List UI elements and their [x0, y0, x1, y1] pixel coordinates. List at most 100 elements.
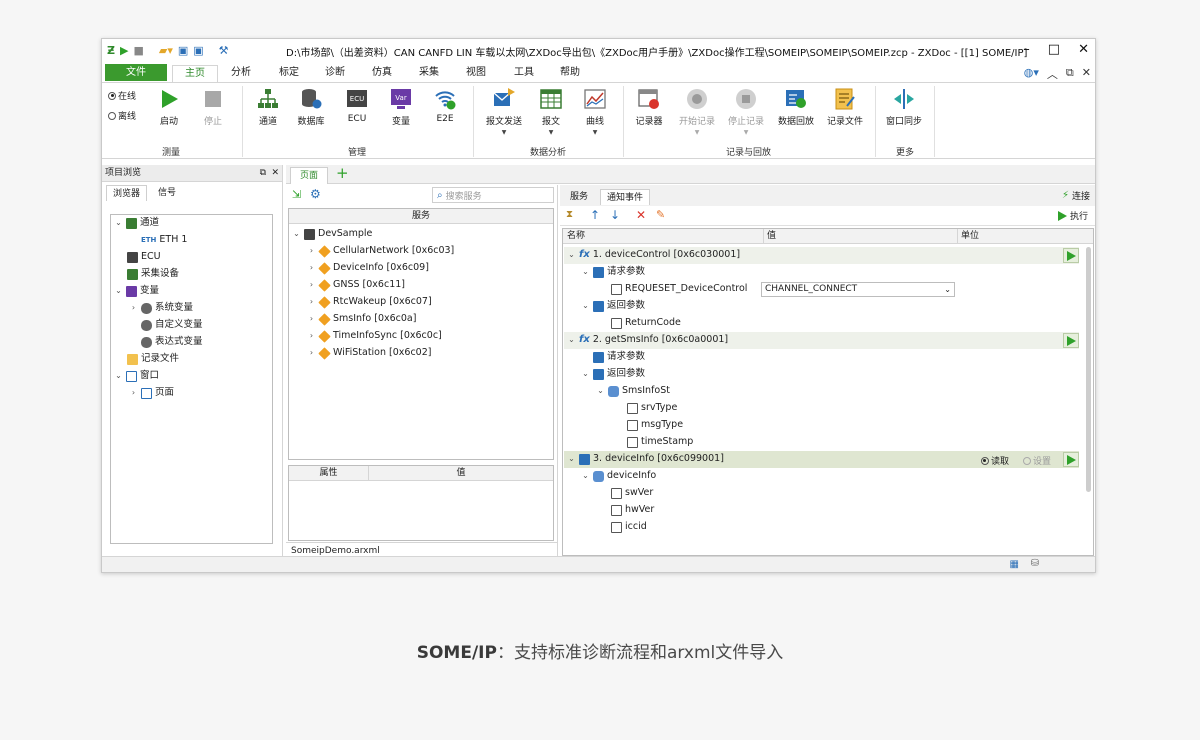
tab-notify-events[interactable]: 通知事件	[600, 189, 651, 205]
save-icon[interactable]: ▣	[178, 44, 188, 58]
start-button[interactable]: 启动	[154, 87, 184, 127]
chevron-right-icon[interactable]: ›	[307, 260, 316, 276]
chevron-down-icon[interactable]: ⌄	[581, 366, 590, 382]
run-method-button[interactable]	[1063, 452, 1079, 467]
add-page-icon[interactable]: +	[336, 165, 349, 182]
start-record-button[interactable]: 开始记录 ▼	[676, 87, 718, 136]
tab-analysis[interactable]: 分析	[224, 65, 258, 82]
method-row[interactable]: ⌄ fx 1. deviceControl [0x6c030001]	[564, 247, 1079, 264]
tree-node-eth[interactable]: ETH ETH 1	[141, 232, 187, 248]
param-node[interactable]: srvType	[627, 400, 677, 416]
tab-help[interactable]: 帮助	[553, 65, 587, 82]
service-item[interactable]: › TimeInfoSync [0x6c0c]	[307, 328, 442, 344]
run-method-button[interactable]	[1063, 248, 1079, 263]
param-node[interactable]: iccid	[611, 519, 647, 535]
service-item[interactable]: › SmsInfo [0x6c0a]	[307, 311, 416, 327]
chevron-down-icon[interactable]: ⌄	[114, 283, 123, 299]
set-radio[interactable]: 设置	[1022, 454, 1051, 467]
field-row[interactable]: ⌄ 3. deviceInfo [0x6c099001] 读取 设置	[564, 451, 1079, 468]
close-icon[interactable]: ✕	[1078, 42, 1089, 57]
chevron-right-icon[interactable]: ›	[129, 385, 138, 401]
tab-browser[interactable]: 浏览器	[106, 185, 148, 201]
chevron-down-icon[interactable]: ⌄	[114, 215, 123, 231]
database-button[interactable]: 数据库	[294, 87, 328, 127]
tab-tools[interactable]: 工具	[507, 65, 541, 82]
stop-record-button[interactable]: 停止记录 ▼	[725, 87, 767, 136]
page-tab[interactable]: 页面	[290, 167, 328, 184]
tree-node-acq[interactable]: 采集设备	[127, 266, 179, 282]
channel-button[interactable]: 通道	[252, 87, 284, 127]
calendar-icon[interactable]: ▦	[1010, 559, 1019, 570]
restore-icon[interactable]: ⧉	[1066, 66, 1074, 82]
tab-signals[interactable]: 信号	[152, 185, 182, 201]
service-item[interactable]: › DeviceInfo [0x6c09]	[307, 260, 429, 276]
param-node[interactable]: REQUESET_DeviceControl	[611, 281, 747, 297]
file-tab[interactable]: 文件	[105, 64, 167, 81]
offline-radio[interactable]: 离线	[108, 109, 136, 122]
window-sync-button[interactable]: 窗口同步	[884, 87, 924, 127]
record-file-button[interactable]: 记录文件	[824, 87, 866, 127]
chevron-right-icon[interactable]: ›	[307, 328, 316, 344]
e2e-button[interactable]: E2E	[430, 87, 460, 124]
tree-node-channel[interactable]: ⌄ 通道	[114, 215, 159, 231]
return-params-node[interactable]: ⌄ 返回参数	[581, 298, 645, 314]
service-item[interactable]: › GNSS [0x6c11]	[307, 277, 405, 293]
arrow-down-icon[interactable]: ↓	[610, 208, 620, 222]
chevron-down-icon[interactable]: ⌄	[114, 368, 123, 384]
close-doc-icon[interactable]: ✕	[1082, 66, 1091, 82]
chevron-right-icon[interactable]: ›	[307, 345, 316, 361]
stop-icon[interactable]: ■	[133, 44, 143, 58]
service-item[interactable]: › WiFiStation [0x6c02]	[307, 345, 431, 361]
read-radio[interactable]: 读取	[980, 454, 1009, 467]
chevron-down-icon[interactable]: ⌄	[567, 332, 576, 348]
tab-view[interactable]: 视图	[459, 65, 493, 82]
online-radio[interactable]: 在线	[108, 89, 136, 102]
tab-simulation[interactable]: 仿真	[365, 65, 399, 82]
chevron-down-icon[interactable]: ⌄	[581, 298, 590, 314]
service-item[interactable]: › RtcWakeup [0x6c07]	[307, 294, 432, 310]
maximize-icon[interactable]: □	[1048, 42, 1060, 57]
chevron-right-icon[interactable]: ›	[307, 277, 316, 293]
run-method-button[interactable]	[1063, 333, 1079, 348]
search-box[interactable]: ⌕ 搜索服务	[432, 187, 554, 203]
tab-calibration[interactable]: 标定	[272, 65, 306, 82]
float-pane-icon[interactable]: ⧉	[260, 165, 266, 182]
chevron-down-icon[interactable]: ⌄	[581, 264, 590, 280]
recorder-button[interactable]: 记录器	[632, 87, 666, 127]
variable-button[interactable]: Var 变量	[386, 87, 416, 127]
tab-home[interactable]: 主页	[172, 65, 218, 82]
tree-node-page[interactable]: › 页面	[129, 385, 174, 401]
globe-icon[interactable]: ◍▾	[1024, 66, 1039, 82]
message-button[interactable]: 报文 ▼	[536, 87, 566, 136]
stop-button[interactable]: 停止	[198, 87, 228, 127]
service-item[interactable]: › CellularNetwork [0x6c03]	[307, 243, 454, 259]
chevron-right-icon[interactable]: ›	[307, 294, 316, 310]
tab-diagnosis[interactable]: 诊断	[318, 65, 352, 82]
collapse-ribbon-icon[interactable]: ︿	[1047, 66, 1058, 82]
struct-node[interactable]: ⌄ SmsInfoSt	[596, 383, 670, 399]
execute-button[interactable]: 执行	[1057, 209, 1088, 222]
tree-node-ecu[interactable]: ECU	[127, 249, 161, 265]
gear-icon[interactable]: ⚙	[310, 187, 321, 201]
database-status-icon[interactable]: ⛁	[1031, 558, 1039, 569]
chevron-right-icon[interactable]: ›	[307, 243, 316, 259]
save-all-icon[interactable]: ▣	[193, 44, 203, 58]
request-params-node[interactable]: ⌄ 请求参数	[581, 264, 645, 280]
curve-button[interactable]: 曲线 ▼	[580, 87, 610, 136]
search-input[interactable]: 搜索服务	[446, 189, 482, 202]
open-folder-icon[interactable]: ▰▾	[159, 44, 173, 58]
param-node[interactable]: hwVer	[611, 502, 654, 518]
struct-node[interactable]: ⌄ deviceInfo	[581, 468, 656, 484]
tree-node-customvar[interactable]: 自定义变量	[141, 317, 203, 333]
clear-icon[interactable]: ✎	[656, 208, 665, 221]
arrow-up-icon[interactable]: ↑	[590, 208, 600, 222]
tab-acquisition[interactable]: 采集	[412, 65, 446, 82]
wrench-icon[interactable]: ⚒	[219, 44, 229, 58]
param-node[interactable]: ReturnCode	[611, 315, 681, 331]
param-node[interactable]: swVer	[611, 485, 653, 501]
delete-icon[interactable]: ✕	[636, 208, 646, 222]
tree-node-recfile[interactable]: 记录文件	[127, 351, 179, 367]
chevron-down-icon[interactable]: ⌄	[567, 247, 576, 263]
tab-services[interactable]: 服务	[564, 189, 594, 205]
hourglass-icon[interactable]: ⧗	[566, 209, 573, 220]
